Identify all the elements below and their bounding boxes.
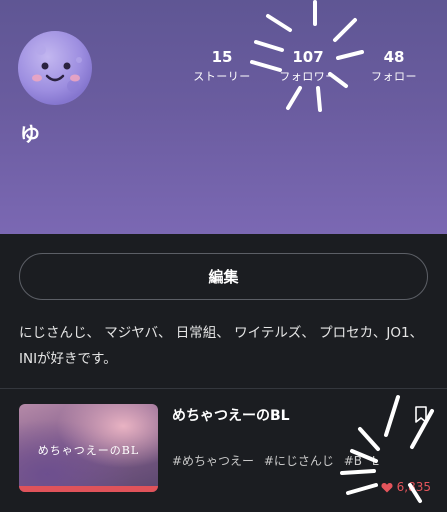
thumbnail-progress-bar — [19, 486, 158, 492]
following-label: フォロー — [371, 70, 417, 83]
story-title[interactable]: めちゃつえーのBL — [172, 405, 290, 425]
following-count: 48 — [383, 48, 405, 66]
followers-count: 107 — [292, 48, 324, 66]
stat-stories[interactable]: 15 ストーリー — [186, 48, 258, 84]
story-card[interactable]: めちゃつえーのBL めちゃつえーのBL #めちゃつえー #にじさんじ #B L … — [0, 389, 447, 512]
moon-face-icon — [18, 31, 92, 105]
profile-header: ゆ 15 ストーリー 107 フォロワー 48 フォロー — [0, 0, 447, 234]
story-tags: #めちゃつえー #にじさんじ #B L — [172, 454, 379, 468]
bookmark-icon[interactable] — [414, 406, 428, 424]
followers-label: フォロワー — [279, 70, 337, 83]
stat-following[interactable]: 48 フォロー — [362, 48, 426, 84]
like-count-value: 6,835 — [396, 480, 431, 494]
avatar[interactable] — [17, 30, 93, 106]
story-thumbnail[interactable]: めちゃつえーのBL — [19, 404, 158, 492]
stories-label: ストーリー — [193, 70, 251, 83]
thumbnail-title: めちゃつえーのBL — [37, 444, 140, 457]
edit-profile-button[interactable]: 編集 — [19, 253, 428, 300]
stories-count: 15 — [211, 48, 233, 66]
like-count: 6,835 — [381, 480, 431, 494]
username: ゆ — [20, 122, 40, 146]
heart-icon — [381, 482, 393, 492]
stat-followers[interactable]: 107 フォロワー — [270, 48, 346, 84]
bio-text: にじさんじ、 マジヤバ、 日常組、 ワイテルズ、 プロセカ、JO1、 INIが好… — [19, 325, 424, 367]
